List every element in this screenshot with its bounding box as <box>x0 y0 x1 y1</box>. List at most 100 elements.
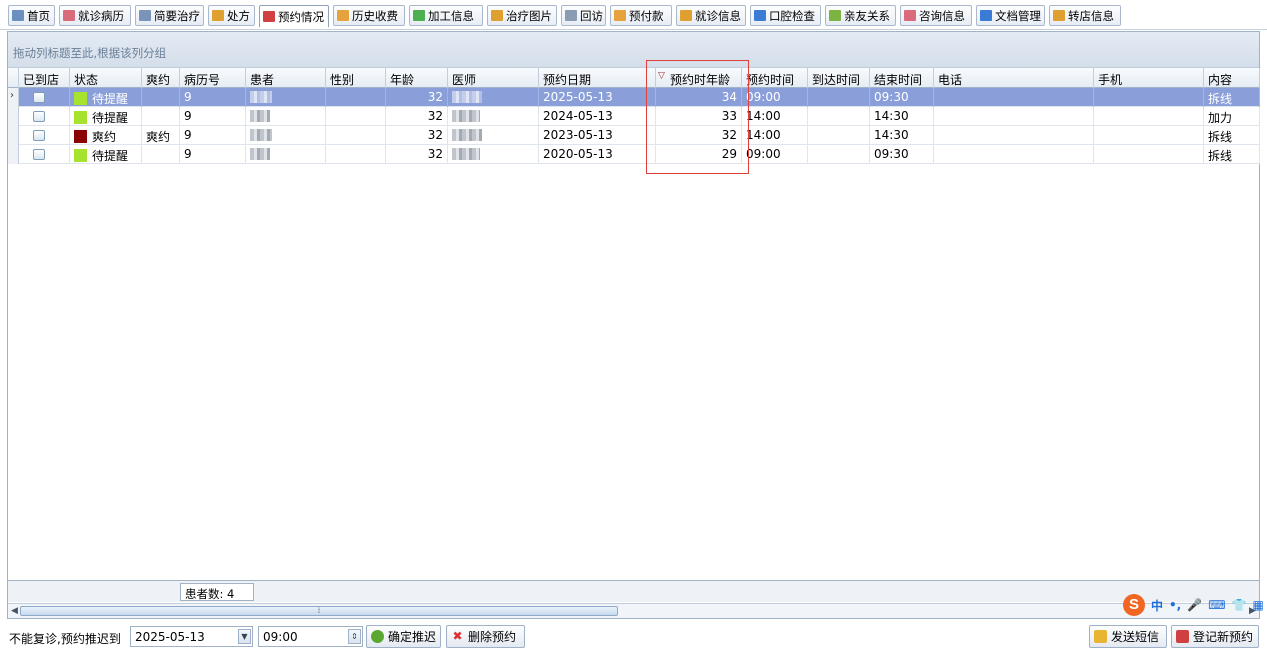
cell-patient[interactable] <box>246 88 326 107</box>
cell-appt-age[interactable]: 33 <box>656 107 742 126</box>
column-header-phone[interactable]: 电话 <box>934 68 1094 88</box>
cell-end-time[interactable]: 09:30 <box>870 88 934 107</box>
cell-record-no[interactable]: 9 <box>180 145 246 164</box>
cell-gender[interactable] <box>326 88 386 107</box>
tab-home[interactable]: 首页 <box>8 5 55 26</box>
cell-arrived[interactable] <box>19 145 70 164</box>
arrived-checkbox[interactable] <box>33 92 45 103</box>
cell-gender[interactable] <box>326 145 386 164</box>
cell-end-time[interactable]: 09:30 <box>870 145 934 164</box>
cell-content[interactable]: 拆线 <box>1204 126 1260 145</box>
current-row-indicator-icon[interactable]: › <box>8 88 19 107</box>
ime-toolbar[interactable]: S 中 •, 🎤 ⌨ 👕 ▦ <box>1121 591 1267 619</box>
tab-consult[interactable]: 咨询信息 <box>900 5 972 26</box>
arrived-checkbox[interactable] <box>33 130 45 141</box>
cell-age[interactable]: 32 <box>386 126 448 145</box>
column-header-end-time[interactable]: 结束时间 <box>870 68 934 88</box>
tab-info[interactable]: 就诊信息 <box>676 5 746 26</box>
cell-age[interactable]: 32 <box>386 107 448 126</box>
cell-arrival-time[interactable] <box>808 126 870 145</box>
send-sms-button[interactable]: 发送短信 <box>1089 625 1167 648</box>
column-header-patient[interactable]: 患者 <box>246 68 326 88</box>
cell-patient[interactable] <box>246 126 326 145</box>
column-header-mobile[interactable]: 手机 <box>1094 68 1204 88</box>
tab-relation[interactable]: 亲友关系 <box>825 5 896 26</box>
cell-age[interactable]: 32 <box>386 145 448 164</box>
cell-status[interactable]: 待提醒 <box>70 145 142 164</box>
cell-end-time[interactable]: 14:30 <box>870 126 934 145</box>
row-indicator[interactable] <box>8 126 19 145</box>
cell-appt-time[interactable]: 09:00 <box>742 145 808 164</box>
cell-doctor[interactable] <box>448 126 539 145</box>
ime-mode[interactable]: 中 <box>1151 597 1163 614</box>
ime-punct-icon[interactable]: •, <box>1169 598 1181 612</box>
column-header-age[interactable]: 年龄 <box>386 68 448 88</box>
cell-appt-time[interactable]: 09:00 <box>742 88 808 107</box>
column-header-appt-date[interactable]: 预约日期 <box>539 68 656 88</box>
horizontal-scrollbar[interactable]: ◀ ⁞ ▶ <box>8 603 1259 618</box>
cell-phone[interactable] <box>934 107 1094 126</box>
scroll-left-icon[interactable]: ◀ <box>9 605 20 617</box>
tab-calendar[interactable]: 预约情况 <box>259 5 329 28</box>
cell-gender[interactable] <box>326 107 386 126</box>
cell-noshow[interactable] <box>142 88 180 107</box>
cell-arrival-time[interactable] <box>808 88 870 107</box>
cell-end-time[interactable]: 14:30 <box>870 107 934 126</box>
cell-status[interactable]: 待提醒 <box>70 88 142 107</box>
microphone-icon[interactable]: 🎤 <box>1187 598 1202 612</box>
cell-noshow[interactable] <box>142 145 180 164</box>
tab-transfer[interactable]: 转店信息 <box>1049 5 1121 26</box>
postpone-time-field[interactable]: 09:00 ⇕ <box>258 626 363 647</box>
column-header-gender[interactable]: 性别 <box>326 68 386 88</box>
new-appointment-button[interactable]: 登记新预约 <box>1171 625 1259 648</box>
cell-appt-date[interactable]: 2020-05-13 <box>539 145 656 164</box>
table-row[interactable]: › 待提醒 9 32 2025-05-13 34 09:00 09:30 拆线 <box>8 88 1260 107</box>
tab-prepay[interactable]: 预付款 <box>610 5 672 26</box>
tab-process[interactable]: 加工信息 <box>409 5 483 26</box>
arrived-checkbox[interactable] <box>33 111 45 122</box>
cell-mobile[interactable] <box>1094 126 1204 145</box>
time-spinner-icon[interactable]: ⇕ <box>348 629 361 644</box>
column-header-status[interactable]: 状态 <box>70 68 142 88</box>
apps-icon[interactable]: ▦ <box>1252 598 1263 612</box>
cell-age[interactable]: 32 <box>386 88 448 107</box>
column-header-arrival-time[interactable]: 到达时间 <box>808 68 870 88</box>
cell-arrived[interactable] <box>19 88 70 107</box>
cell-doctor[interactable] <box>448 145 539 164</box>
column-header-appt-age[interactable]: ▽ 预约时年龄 <box>656 68 742 88</box>
cell-phone[interactable] <box>934 126 1094 145</box>
cell-content[interactable]: 拆线 <box>1204 88 1260 107</box>
tab-list[interactable]: 简要治疗 <box>135 5 204 26</box>
cell-phone[interactable] <box>934 145 1094 164</box>
cell-appt-date[interactable]: 2023-05-13 <box>539 126 656 145</box>
column-header-record-no[interactable]: 病历号 <box>180 68 246 88</box>
cell-content[interactable]: 加力 <box>1204 107 1260 126</box>
cell-appt-date[interactable]: 2024-05-13 <box>539 107 656 126</box>
tab-money[interactable]: 历史收费 <box>333 5 405 26</box>
cell-record-no[interactable]: 9 <box>180 107 246 126</box>
column-header-arrived[interactable]: 已到店 <box>19 68 70 88</box>
cell-mobile[interactable] <box>1094 145 1204 164</box>
confirm-postpone-button[interactable]: 确定推迟 <box>366 625 441 648</box>
skin-icon[interactable]: 👕 <box>1232 598 1247 612</box>
group-by-panel[interactable]: 拖动列标题至此,根据该列分组 <box>8 32 1259 67</box>
cell-arrival-time[interactable] <box>808 107 870 126</box>
cell-record-no[interactable]: 9 <box>180 126 246 145</box>
cell-appt-age[interactable]: 29 <box>656 145 742 164</box>
cell-appt-time[interactable]: 14:00 <box>742 107 808 126</box>
cell-phone[interactable] <box>934 88 1094 107</box>
cell-mobile[interactable] <box>1094 88 1204 107</box>
column-header-noshow[interactable]: 爽约 <box>142 68 180 88</box>
cell-appt-age[interactable]: 34 <box>656 88 742 107</box>
cell-mobile[interactable] <box>1094 107 1204 126</box>
tab-exam[interactable]: 口腔检查 <box>750 5 821 26</box>
cell-doctor[interactable] <box>448 107 539 126</box>
row-indicator[interactable] <box>8 107 19 126</box>
cell-noshow[interactable]: 爽约 <box>142 126 180 145</box>
column-header-doctor[interactable]: 医师 <box>448 68 539 88</box>
table-row[interactable]: 待提醒 9 32 2024-05-13 33 14:00 14:30 加力 <box>8 107 1260 126</box>
cell-status[interactable]: 待提醒 <box>70 107 142 126</box>
arrived-checkbox[interactable] <box>33 149 45 160</box>
tab-revisit[interactable]: 回访 <box>561 5 606 26</box>
cell-record-no[interactable]: 9 <box>180 88 246 107</box>
